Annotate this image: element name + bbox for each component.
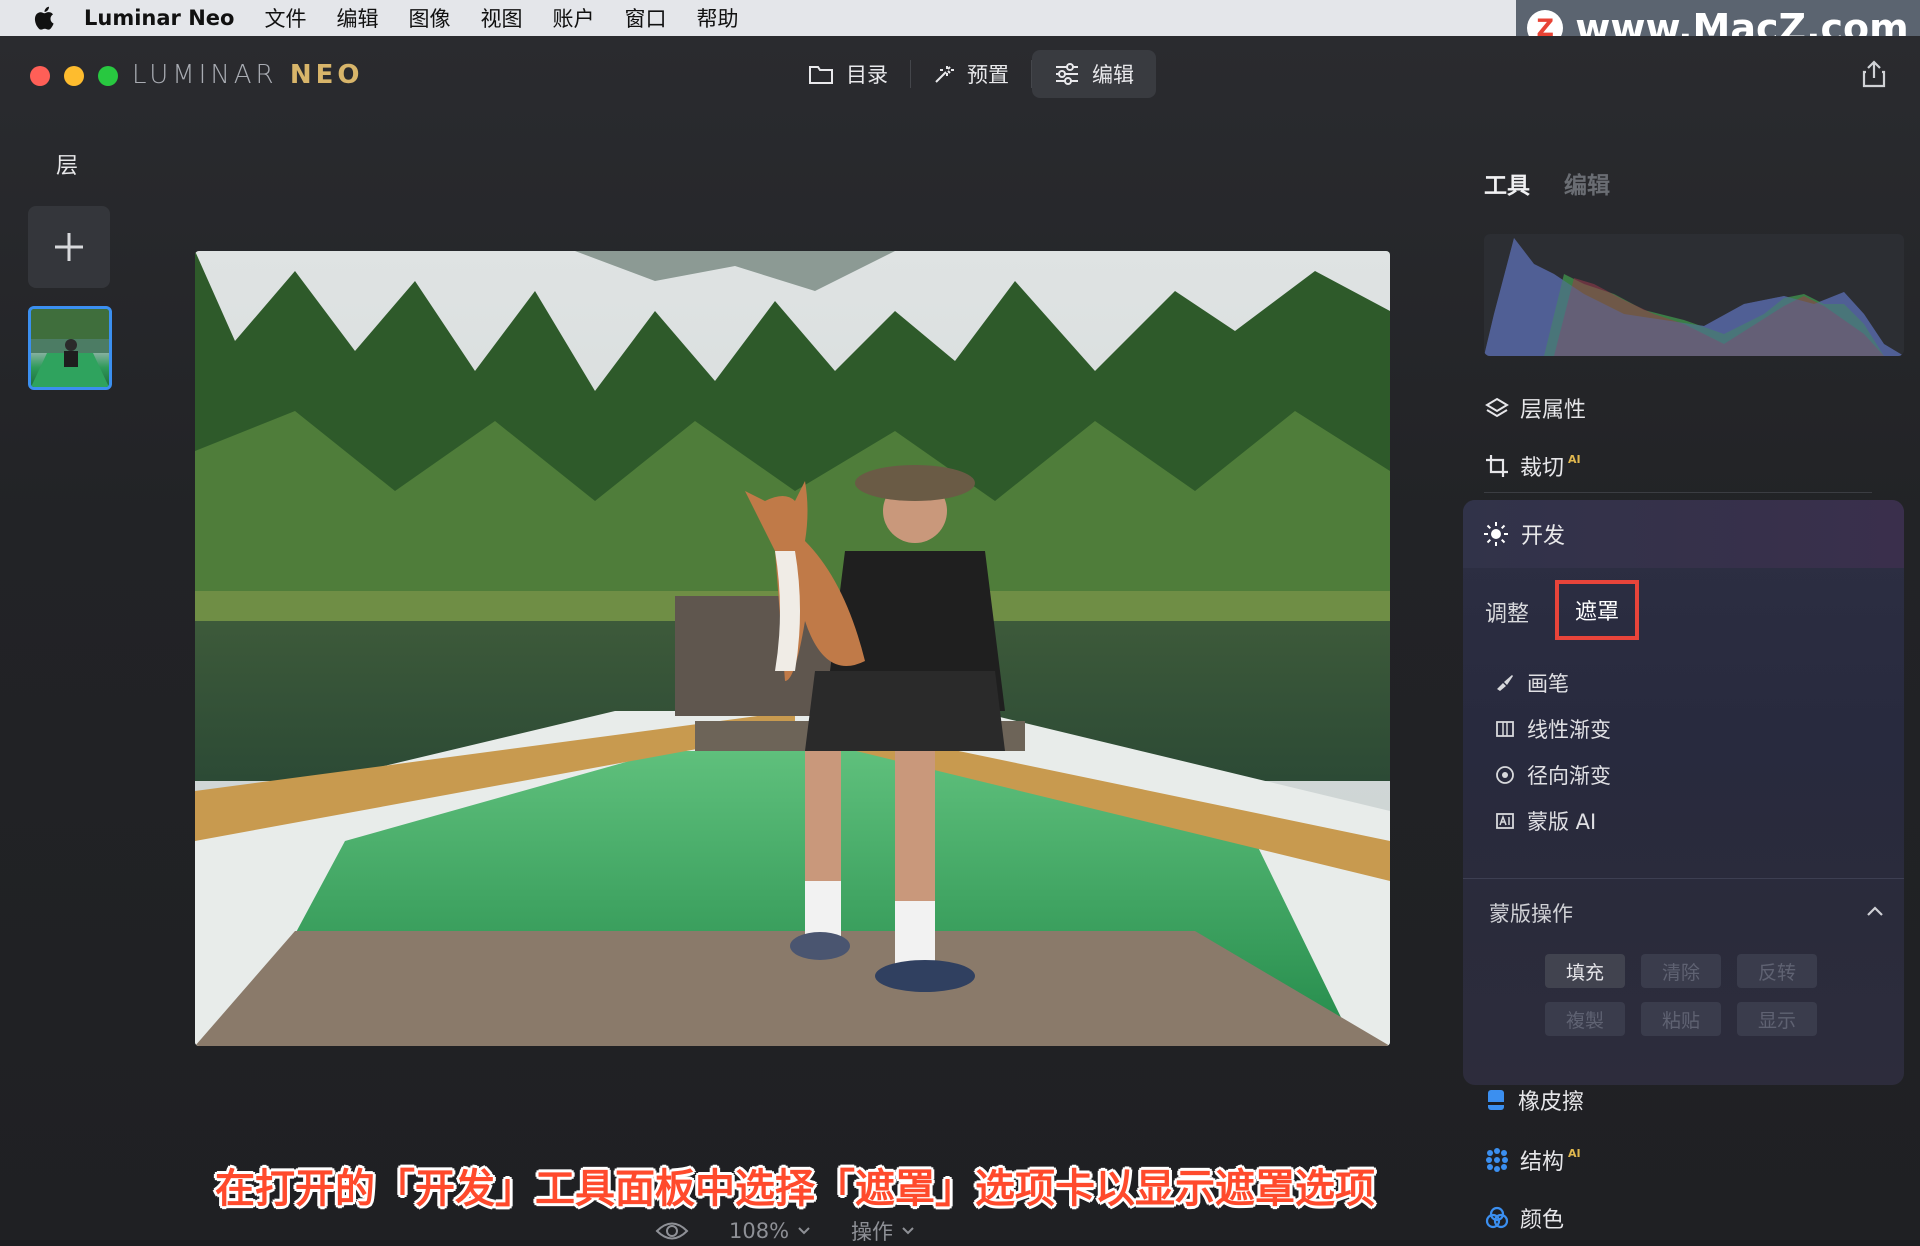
mask-tool-mask-ai-label: 蒙版 AI: [1527, 810, 1597, 834]
photo-image: [195, 251, 1390, 1046]
tab-edits[interactable]: 编辑: [1564, 166, 1610, 200]
menu-window[interactable]: 窗口: [624, 3, 666, 33]
histogram-graph: [1484, 238, 1904, 356]
folder-icon: [809, 66, 833, 84]
zoom-value: 108%: [729, 1219, 790, 1243]
menu-view[interactable]: 视图: [480, 3, 522, 33]
structure-icon: [1486, 1148, 1508, 1172]
mask-tool-mask-ai[interactable]: 蒙版 AI: [1495, 798, 1611, 844]
tab-catalog-label: 目录: [846, 63, 888, 87]
tool-structure[interactable]: 结构 AI: [1484, 1144, 1581, 1176]
actions-dropdown[interactable]: 操作: [851, 1216, 915, 1246]
photo-canvas[interactable]: [195, 251, 1390, 1046]
show-button[interactable]: 显示: [1737, 1002, 1817, 1036]
tab-presets-label: 预置: [967, 63, 1009, 87]
subtab-adjust[interactable]: 调整: [1485, 596, 1529, 628]
mask-ai-icon: [1496, 813, 1514, 829]
ai-badge: AI: [1568, 452, 1581, 466]
menu-image[interactable]: 图像: [408, 3, 450, 33]
app-window: LUMINAR NEO 目录 预置 编辑 层 在打开的「开发」工具面板中选择「遮…: [0, 36, 1920, 1244]
develop-header[interactable]: 开发: [1463, 500, 1904, 568]
brand-main: LUMINAR: [132, 60, 290, 90]
chevron-up-icon[interactable]: [1866, 904, 1884, 918]
tool-layer-properties[interactable]: 层属性: [1484, 392, 1586, 424]
paste-button[interactable]: 粘贴: [1641, 1002, 1721, 1036]
tab-presets[interactable]: 预置: [911, 50, 1031, 98]
sliders-icon: [1056, 63, 1078, 85]
menu-file[interactable]: 文件: [264, 3, 306, 33]
tool-color[interactable]: 颜色: [1484, 1202, 1564, 1234]
tool-color-label: 颜色: [1520, 1208, 1565, 1233]
actions-label: 操作: [851, 1220, 894, 1244]
tab-edit-label: 编辑: [1092, 63, 1134, 87]
fill-button[interactable]: 填充: [1545, 954, 1625, 988]
layer-thumbnail[interactable]: [28, 306, 112, 390]
close-window-button[interactable]: [30, 66, 50, 86]
zoom-dropdown[interactable]: 108%: [729, 1219, 811, 1243]
share-icon[interactable]: [1858, 58, 1890, 90]
develop-subtabs: 调整 遮罩: [1485, 580, 1640, 640]
right-panel-tabs: 工具 编辑: [1484, 166, 1610, 200]
tool-crop[interactable]: 裁切 AI: [1484, 450, 1581, 482]
ops-divider: [1463, 878, 1904, 879]
layers-title: 层: [56, 154, 79, 179]
add-layer-button[interactable]: [28, 206, 110, 288]
canvas-bottom-bar: 108% 操作: [655, 1216, 915, 1246]
develop-panel: 开发 调整 遮罩 画笔 线性渐变 径向渐变 蒙版 AI 蒙版操作 填充 清除 反…: [1463, 500, 1904, 1085]
ai-badge: AI: [1568, 1146, 1581, 1160]
menu-app-name[interactable]: Luminar Neo: [84, 6, 234, 30]
color-icon: [1485, 1206, 1509, 1229]
menu-help[interactable]: 帮助: [696, 3, 738, 33]
develop-title: 开发: [1521, 524, 1566, 549]
mask-ops-grid: 填充 清除 反转 複製 粘贴 显示: [1545, 954, 1817, 1036]
tool-eraser-label: 橡皮擦: [1518, 1090, 1585, 1115]
tool-layer-properties-label: 层属性: [1520, 398, 1587, 423]
menu-account[interactable]: 账户: [552, 3, 594, 33]
tool-structure-label: 结构: [1520, 1150, 1565, 1175]
menu-edit[interactable]: 编辑: [336, 3, 378, 33]
apple-icon[interactable]: [30, 3, 60, 33]
zoom-window-button[interactable]: [98, 66, 118, 86]
linear-gradient-icon: [1496, 721, 1514, 737]
layers-icon: [1485, 397, 1509, 418]
clear-button[interactable]: 清除: [1641, 954, 1721, 988]
mode-switcher: 目录 预置 编辑: [786, 50, 1246, 98]
eraser-icon: [1488, 1090, 1504, 1110]
tutorial-caption: 在打开的「开发」工具面板中选择「遮罩」选项卡以显示遮罩选项: [215, 1166, 1375, 1212]
radial-gradient-icon: [1496, 766, 1514, 784]
mask-ops-title[interactable]: 蒙版操作: [1489, 898, 1573, 928]
chevron-down-icon: [902, 1227, 914, 1235]
mask-tool-radial-gradient[interactable]: 径向渐变: [1495, 752, 1611, 798]
plus-icon: [55, 233, 83, 261]
tab-catalog[interactable]: 目录: [786, 50, 910, 98]
crop-icon: [1486, 455, 1508, 477]
eye-icon[interactable]: [655, 1220, 689, 1242]
invert-button[interactable]: 反转: [1737, 954, 1817, 988]
subtab-mask[interactable]: 遮罩: [1555, 580, 1640, 640]
brand-accent: NEO: [289, 60, 364, 90]
mask-tool-list: 画笔 线性渐变 径向渐变 蒙版 AI: [1495, 660, 1611, 844]
copy-button[interactable]: 複製: [1545, 1002, 1625, 1036]
window-controls: [30, 66, 118, 86]
tab-tools[interactable]: 工具: [1484, 166, 1530, 200]
tab-edit[interactable]: 编辑: [1032, 50, 1156, 98]
tool-eraser[interactable]: 橡皮擦: [1484, 1084, 1584, 1116]
brush-icon: [1497, 675, 1513, 691]
tool-crop-label: 裁切: [1520, 456, 1565, 481]
tool-divider: [1484, 492, 1872, 493]
histogram: [1484, 234, 1904, 356]
app-logo: LUMINAR NEO: [132, 60, 364, 90]
mask-tool-linear-gradient[interactable]: 线性渐变: [1495, 706, 1611, 752]
magic-wand-icon: [935, 66, 954, 83]
chevron-down-icon: [798, 1227, 810, 1235]
layer-thumbnail-image: [31, 309, 109, 387]
mask-tool-radial-gradient-label: 径向渐变: [1527, 764, 1611, 788]
mask-tool-brush[interactable]: 画笔: [1495, 660, 1611, 706]
minimize-window-button[interactable]: [64, 66, 84, 86]
mask-tool-linear-gradient-label: 线性渐变: [1527, 718, 1611, 742]
mask-tool-brush-label: 画笔: [1527, 672, 1569, 696]
sun-icon: [1484, 522, 1508, 546]
